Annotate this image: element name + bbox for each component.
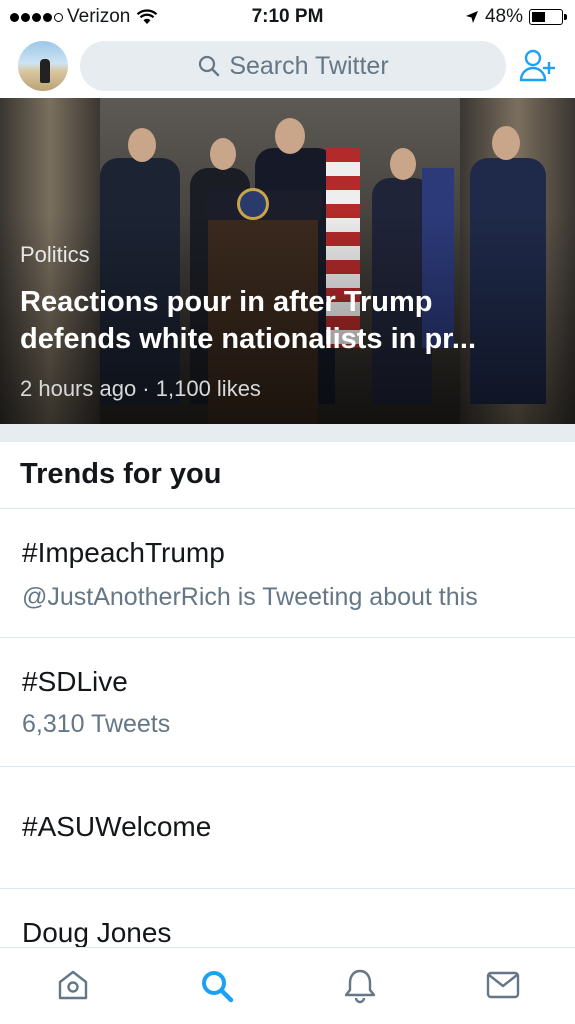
search-placeholder: Search Twitter (229, 51, 389, 80)
trend-item[interactable]: #ImpeachTrump @JustAnotherRich is Tweeti… (0, 509, 575, 638)
battery-percent: 48% (484, 6, 523, 27)
search-icon[interactable] (199, 968, 235, 1004)
search-input[interactable]: Search Twitter (80, 41, 506, 91)
trend-name: #SDLive (22, 666, 128, 697)
trend-name: #ASUWelcome (22, 811, 212, 842)
status-bar: Verizon 7:10 PM 48% (0, 0, 575, 34)
trend-context: 6,310 Tweets (22, 710, 171, 738)
trends-header: Trends for you (0, 442, 575, 509)
battery-icon (529, 9, 567, 25)
search-icon (199, 55, 220, 77)
status-right: 48% (465, 6, 567, 28)
section-divider (0, 424, 575, 442)
moment-category: Politics (20, 242, 90, 267)
trend-item[interactable]: #SDLive 6,310 Tweets (0, 638, 575, 767)
tab-bar (0, 947, 575, 1024)
trend-context: @JustAnotherRich is Tweeting about this (22, 583, 478, 611)
headline-line-2: defends white nationalists in pr... (20, 323, 477, 355)
moment-meta: 2 hours ago · 1,100 likes (20, 376, 261, 401)
trend-name: #ImpeachTrump (22, 537, 225, 568)
home-icon[interactable] (56, 968, 90, 1002)
featured-moment[interactable]: Politics Reactions pour in after Trump d… (0, 98, 575, 424)
moment-headline[interactable]: Reactions pour in after Trump defends wh… (20, 284, 560, 358)
location-icon (465, 11, 478, 23)
add-user-icon[interactable] (519, 48, 559, 84)
messages-icon[interactable] (486, 971, 520, 999)
trend-name: Doug Jones (22, 917, 172, 948)
notifications-icon[interactable] (343, 968, 377, 1004)
top-header: Search Twitter (0, 34, 575, 98)
trend-item[interactable]: #ASUWelcome (0, 767, 575, 889)
trends-title: Trends for you (20, 458, 222, 490)
avatar[interactable] (18, 41, 68, 91)
headline-line-1: Reactions pour in after Trump (20, 286, 433, 318)
